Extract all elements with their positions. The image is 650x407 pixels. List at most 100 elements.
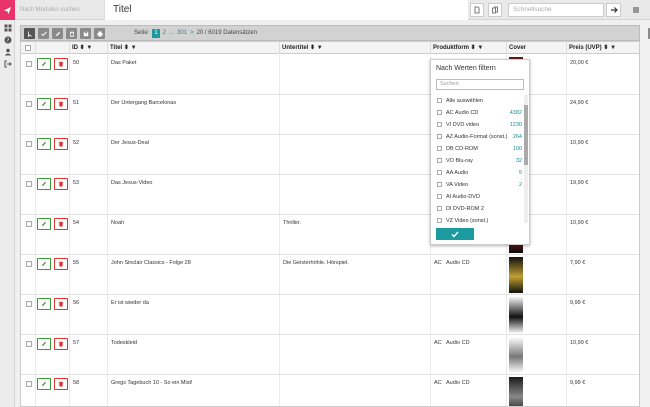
delete-button[interactable] (54, 338, 68, 350)
row-checkbox[interactable] (26, 381, 32, 387)
help-button[interactable]: ? (0, 34, 15, 46)
table-row[interactable]: 50 Das Paket 20,00 € (21, 55, 639, 95)
table-row[interactable]: 53 Das Jesus-Video 19,99 € (21, 175, 639, 215)
edit-button[interactable] (37, 218, 51, 230)
table-row[interactable]: 51 Der Untergang Barcelonas 24,99 € (21, 95, 639, 135)
quick-search-input[interactable]: Schnellsuche (508, 3, 604, 17)
sort-icon[interactable]: ⬍ (80, 45, 85, 51)
row-checkbox[interactable] (26, 301, 32, 307)
edit-button[interactable] (37, 58, 51, 70)
filter-option-checkbox[interactable] (437, 146, 442, 151)
header-produktform[interactable]: Produktform ⬍ ▼ (431, 42, 507, 54)
bulk-edit-button[interactable] (38, 28, 49, 39)
row-checkbox[interactable] (26, 261, 32, 267)
filter-option[interactable]: VO Blu-ray 32 (436, 155, 522, 167)
print-button[interactable] (94, 28, 105, 39)
filter-option-checkbox[interactable] (437, 122, 442, 127)
filter-option[interactable]: DI DVD-ROM 2 (436, 203, 522, 215)
select-mode-button[interactable] (24, 28, 35, 39)
filter-option-checkbox[interactable] (437, 98, 442, 103)
delete-button[interactable] (54, 58, 68, 70)
delete-button[interactable] (54, 378, 68, 390)
filter-option[interactable]: VI DVD video 1230 (436, 119, 522, 131)
filter-option[interactable]: AZ Audio-Format (sonst.) 264 (436, 131, 522, 143)
page-next-arrow[interactable]: > (190, 30, 194, 36)
delete-button[interactable] (54, 218, 68, 230)
user-button[interactable] (0, 46, 15, 58)
filter-option[interactable]: VZ Video (sonst.) (436, 215, 522, 227)
filter-icon[interactable]: ▼ (131, 45, 137, 51)
filter-option[interactable]: DB CD-ROM 100 (436, 143, 522, 155)
edit-button[interactable] (37, 298, 51, 310)
filter-option-checkbox[interactable] (437, 158, 442, 163)
edit-selected-button[interactable] (52, 28, 63, 39)
filter-icon[interactable]: ▼ (86, 45, 92, 51)
header-preis[interactable]: Preis (UVP) ⬍ ▼ (567, 42, 639, 54)
logout-button[interactable] (0, 58, 15, 70)
row-checkbox[interactable] (26, 141, 32, 147)
filter-option-checkbox[interactable] (437, 170, 442, 175)
edit-button[interactable] (37, 338, 51, 350)
table-row[interactable]: 55 John Sinclair Classics - Folge 28 Die G… (21, 255, 639, 295)
delete-selected-button[interactable] (66, 28, 77, 39)
filter-icon[interactable]: ▼ (477, 45, 483, 51)
cover-image[interactable] (509, 257, 523, 293)
quick-search-go-button[interactable] (606, 3, 621, 17)
edit-button[interactable] (37, 178, 51, 190)
edit-button[interactable] (37, 378, 51, 390)
filter-scrollbar[interactable] (524, 95, 528, 223)
sort-icon[interactable]: ⬍ (471, 45, 476, 51)
row-checkbox[interactable] (26, 61, 32, 67)
header-untertitel[interactable]: Untertitel ⬍ ▼ (280, 42, 431, 54)
cover-image[interactable] (509, 297, 523, 333)
filter-scroll-thumb[interactable] (524, 105, 528, 165)
filter-option[interactable]: AI Audio-DVD (436, 191, 522, 203)
row-checkbox[interactable] (26, 101, 32, 107)
delete-button[interactable] (54, 178, 68, 190)
filter-option-checkbox[interactable] (437, 182, 442, 187)
cover-image[interactable] (509, 377, 523, 406)
filter-option-checkbox[interactable] (437, 110, 442, 115)
delete-button[interactable] (54, 98, 68, 110)
header-select-all[interactable] (21, 42, 36, 54)
page-current[interactable]: 1 (152, 28, 160, 38)
sort-icon[interactable]: ⬍ (603, 45, 608, 51)
header-titel[interactable]: Titel ⬍ ▼ (108, 42, 280, 54)
edit-button[interactable] (37, 98, 51, 110)
menu-button[interactable] (629, 3, 643, 17)
row-checkbox[interactable] (26, 221, 32, 227)
documents-button[interactable] (488, 3, 502, 17)
row-checkbox[interactable] (26, 341, 32, 347)
page-last-link[interactable]: 301 (177, 30, 187, 36)
filter-option[interactable]: Alle auswählen (436, 95, 522, 107)
select-all-checkbox[interactable] (25, 45, 31, 51)
delete-button[interactable] (54, 258, 68, 270)
filter-option[interactable]: VA Video 2 (436, 179, 522, 191)
row-checkbox[interactable] (26, 181, 32, 187)
sort-icon[interactable]: ⬍ (124, 45, 129, 51)
filter-option-checkbox[interactable] (437, 218, 442, 223)
filter-apply-button[interactable] (436, 228, 474, 240)
grid-menu-button[interactable] (0, 22, 15, 34)
cover-image[interactable] (509, 337, 523, 373)
header-id[interactable]: ID ⬍ ▼ (70, 42, 108, 54)
page-next-link[interactable]: 2 (163, 30, 166, 36)
filter-search-input[interactable]: Suchen (436, 79, 524, 90)
filter-icon[interactable]: ▼ (317, 45, 323, 51)
filter-option[interactable]: AC Audio CD 4382 (436, 107, 522, 119)
filter-option-checkbox[interactable] (437, 194, 442, 199)
delete-button[interactable] (54, 298, 68, 310)
edit-button[interactable] (37, 258, 51, 270)
table-row[interactable]: 54 Noah Thriller. 10,99 € (21, 215, 639, 255)
filter-option[interactable]: AA Audio 5 (436, 167, 522, 179)
edit-button[interactable] (37, 138, 51, 150)
module-search-input[interactable]: Nach Modulen suchen (17, 3, 103, 17)
table-row[interactable]: 58 Gregs Tagebuch 10 - So ein Mist! AC Audi… (21, 375, 639, 406)
table-row[interactable]: 56 Er ist wieder da 9,99 € (21, 295, 639, 335)
filter-option-checkbox[interactable] (437, 206, 442, 211)
filter-option-checkbox[interactable] (437, 134, 442, 139)
sort-icon[interactable]: ⬍ (310, 45, 315, 51)
document-button[interactable] (470, 3, 484, 17)
delete-button[interactable] (54, 138, 68, 150)
filter-icon[interactable]: ▼ (610, 45, 616, 51)
